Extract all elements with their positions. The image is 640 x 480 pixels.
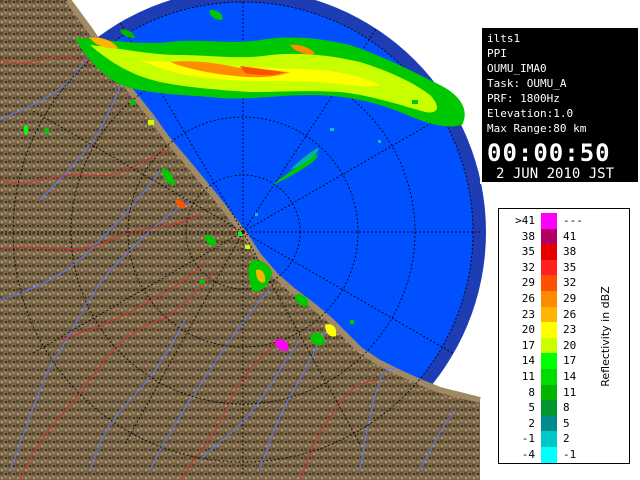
- legend-high-value: 14: [563, 370, 577, 383]
- legend-high-value: 35: [563, 260, 577, 274]
- legend-color-swatch: [541, 213, 557, 229]
- legend-color-swatch: [541, 291, 557, 307]
- legend-high-value: 38: [563, 245, 577, 259]
- legend-low-value: >41: [515, 214, 535, 227]
- scan-type: PPI: [487, 47, 507, 60]
- legend-low-value: -1: [521, 432, 535, 446]
- legend-high-value: 11: [563, 385, 577, 399]
- prf-value: PRF: 1800Hz: [487, 92, 560, 105]
- legend-color-swatch: [541, 228, 557, 245]
- legend-low-value: 23: [521, 307, 535, 321]
- radar-id: ilts1: [487, 32, 521, 45]
- legend-low-value: 8: [528, 385, 535, 399]
- legend-low-value: 11: [521, 370, 535, 383]
- legend-high-value: 17: [563, 354, 577, 368]
- legend-low-value: 20: [521, 323, 535, 337]
- legend-color-swatch: [541, 275, 557, 291]
- legend-high-value: 8: [563, 401, 570, 415]
- legend-color-swatch: [541, 415, 557, 432]
- legend-low-value: -4: [521, 448, 535, 461]
- scan-date: 2 JUN 2010 JST: [496, 166, 615, 182]
- legend-low-value: 17: [521, 338, 535, 352]
- legend-low-value: 38: [521, 229, 535, 243]
- legend-low-value: 14: [521, 354, 535, 368]
- legend-low-value: 29: [521, 276, 535, 290]
- legend-color-swatch: [541, 259, 557, 276]
- legend-color-swatch: [541, 244, 557, 260]
- scan-time: 00:00:50: [487, 139, 611, 167]
- legend-low-value: 26: [521, 292, 535, 305]
- legend-color-swatch: [541, 431, 557, 447]
- legend-color-swatch: [541, 337, 557, 354]
- legend-color-swatch: [541, 306, 557, 323]
- legend-low-value: 32: [521, 260, 535, 274]
- legend-color-swatch: [541, 369, 557, 385]
- legend-high-value: 23: [563, 323, 577, 337]
- elevation-value: Elevation:1.0: [487, 107, 574, 120]
- legend-high-value: 20: [563, 338, 577, 352]
- legend-high-value: 29: [563, 292, 577, 305]
- legend-color-swatch: [541, 384, 557, 401]
- legend-low-value: 35: [521, 245, 535, 259]
- legend-low-value: 5: [528, 401, 535, 415]
- legend-high-value: 41: [563, 229, 577, 243]
- max-range-value: Max Range:80 km: [487, 122, 587, 135]
- legend-color-swatch: [541, 322, 557, 338]
- legend-high-value: 5: [563, 416, 570, 430]
- info-panel: ilts1 PPI OUMU_IMA0 Task: OUMU_A PRF: 18…: [480, 26, 640, 184]
- legend-high-value: 2: [563, 432, 570, 446]
- reflectivity-legend: >41 --- 38 41 35 38 32 35 29 32 26 29 23 26 20 23 17 20 14…: [498, 208, 630, 464]
- legend-title: Reflectivity in dBZ: [594, 209, 616, 463]
- legend-high-value: 26: [563, 307, 577, 321]
- legend-color-swatch: [541, 400, 557, 416]
- legend-title-text: Reflectivity in dBZ: [598, 285, 612, 387]
- product-name: OUMU_IMA0: [487, 62, 547, 75]
- legend-high-value: ---: [563, 214, 583, 227]
- task-name: Task: OUMU_A: [487, 77, 567, 90]
- legend-color-swatch: [541, 447, 557, 463]
- legend-low-value: 2: [528, 416, 535, 430]
- legend-high-value: -1: [563, 448, 577, 461]
- legend-high-value: 32: [563, 276, 577, 290]
- legend-color-swatch: [541, 353, 557, 369]
